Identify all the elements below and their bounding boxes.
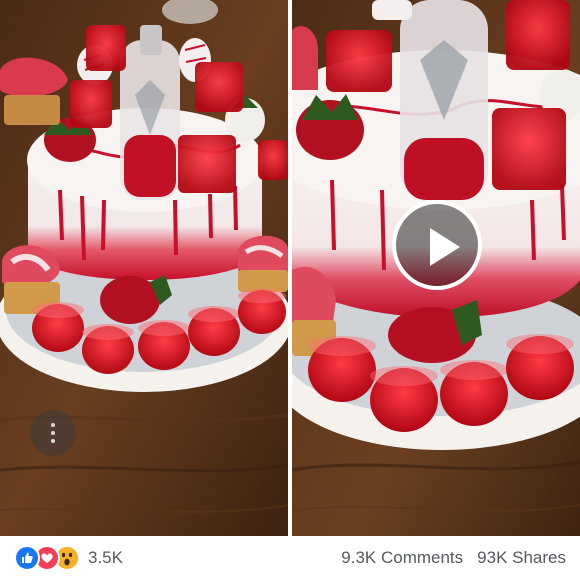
shares-count-link[interactable]: 93K Shares — [477, 548, 566, 568]
heart-glyph — [41, 552, 53, 563]
post-footer: 3.5K 9.3K Comments 93K Shares — [0, 536, 580, 579]
cake-photo[interactable] — [0, 0, 288, 536]
thumbs-up-glyph — [22, 552, 33, 563]
engagement-stats: 9.3K Comments 93K Shares — [341, 548, 566, 568]
more-options-icon[interactable] — [30, 410, 76, 456]
cake-photo-image — [0, 0, 288, 536]
comments-count-link[interactable]: 9.3K Comments — [341, 548, 463, 568]
like-icon — [14, 544, 40, 571]
post-media-gallery — [0, 0, 580, 536]
more-dot — [51, 431, 55, 435]
play-icon — [430, 228, 460, 266]
reactions-summary[interactable]: 3.5K — [14, 544, 123, 571]
more-dot — [51, 423, 55, 427]
reaction-count: 3.5K — [88, 547, 123, 567]
play-video-button[interactable] — [392, 200, 482, 290]
more-dot — [51, 439, 55, 443]
